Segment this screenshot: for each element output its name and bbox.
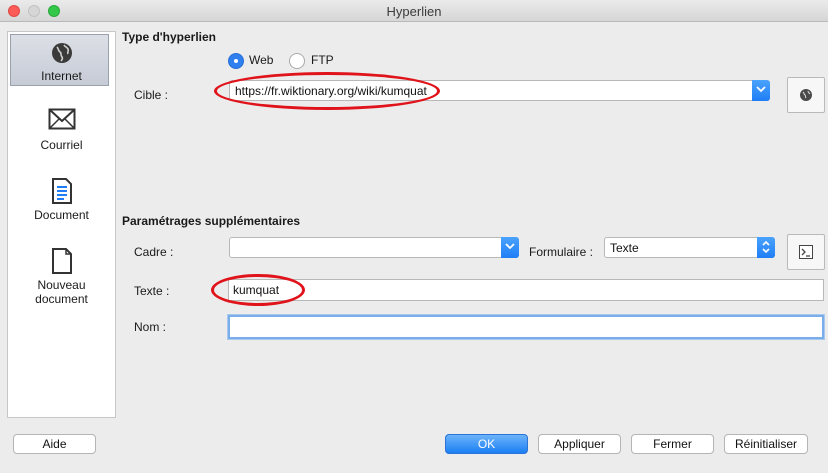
title-bar: Hyperlien — [0, 0, 828, 22]
sidebar-item-label: Internet — [41, 69, 82, 83]
envelope-icon — [48, 108, 76, 130]
window-title: Hyperlien — [386, 4, 442, 19]
sidebar-item-courriel[interactable]: Courriel — [8, 108, 115, 158]
name-label: Nom : — [134, 320, 167, 334]
document-icon — [51, 178, 73, 204]
help-button[interactable]: Aide — [13, 434, 96, 454]
sidebar-item-label: Courriel — [40, 138, 83, 152]
chevron-down-icon — [505, 243, 515, 250]
frame-label: Cadre : — [134, 245, 174, 259]
sidebar-item-internet[interactable]: Internet — [8, 32, 115, 88]
ok-button[interactable]: OK — [445, 434, 528, 454]
hyperlink-type-heading: Type d'hyperlien — [122, 30, 216, 44]
text-label: Texte : — [134, 284, 170, 298]
sidebar-item-label: Document — [34, 208, 89, 222]
more-settings-heading: Paramétrages supplémentaires — [122, 214, 301, 228]
radio-web[interactable] — [228, 53, 244, 69]
close-button[interactable]: Fermer — [631, 434, 714, 454]
text-field-value[interactable]: kumquat — [233, 283, 279, 297]
sidebar-item-document[interactable]: Document — [8, 178, 115, 228]
target-label: Cible : — [134, 88, 169, 102]
target-url-value[interactable]: https://fr.wiktionary.org/wiki/kumquat — [235, 84, 427, 98]
form-dropdown-button[interactable] — [757, 237, 775, 258]
macro-icon — [799, 245, 813, 259]
radio-ftp-label[interactable]: FTP — [311, 53, 334, 67]
events-button[interactable] — [787, 234, 825, 270]
radio-ftp[interactable] — [289, 53, 305, 69]
name-field[interactable] — [228, 315, 824, 339]
form-label: Formulaire : — [529, 245, 594, 259]
text-field[interactable]: kumquat — [228, 279, 824, 301]
small-globe-icon — [800, 89, 812, 101]
frame-dropdown-button[interactable] — [501, 237, 519, 258]
radio-web-label[interactable]: Web — [249, 53, 273, 67]
chevron-down-icon — [756, 86, 766, 93]
open-browser-button[interactable] — [787, 77, 825, 113]
form-value[interactable]: Texte — [610, 241, 639, 255]
apply-button[interactable]: Appliquer — [538, 434, 621, 454]
globe-icon — [50, 41, 74, 65]
sidebar-item-label: Nouveau document — [35, 278, 88, 306]
form-select[interactable]: Texte — [604, 237, 775, 258]
frame-combobox[interactable] — [229, 237, 519, 258]
target-dropdown-button[interactable] — [752, 80, 770, 101]
target-url-combobox[interactable]: https://fr.wiktionary.org/wiki/kumquat — [229, 80, 770, 101]
sidebar-item-nouveau-document[interactable]: Nouveau document — [8, 248, 115, 312]
new-document-icon — [51, 248, 73, 274]
up-down-chevron-icon — [762, 240, 770, 254]
hyperlink-category-sidebar: Internet Courriel Document Nouveau docum… — [7, 31, 116, 418]
reset-button[interactable]: Réinitialiser — [724, 434, 808, 454]
